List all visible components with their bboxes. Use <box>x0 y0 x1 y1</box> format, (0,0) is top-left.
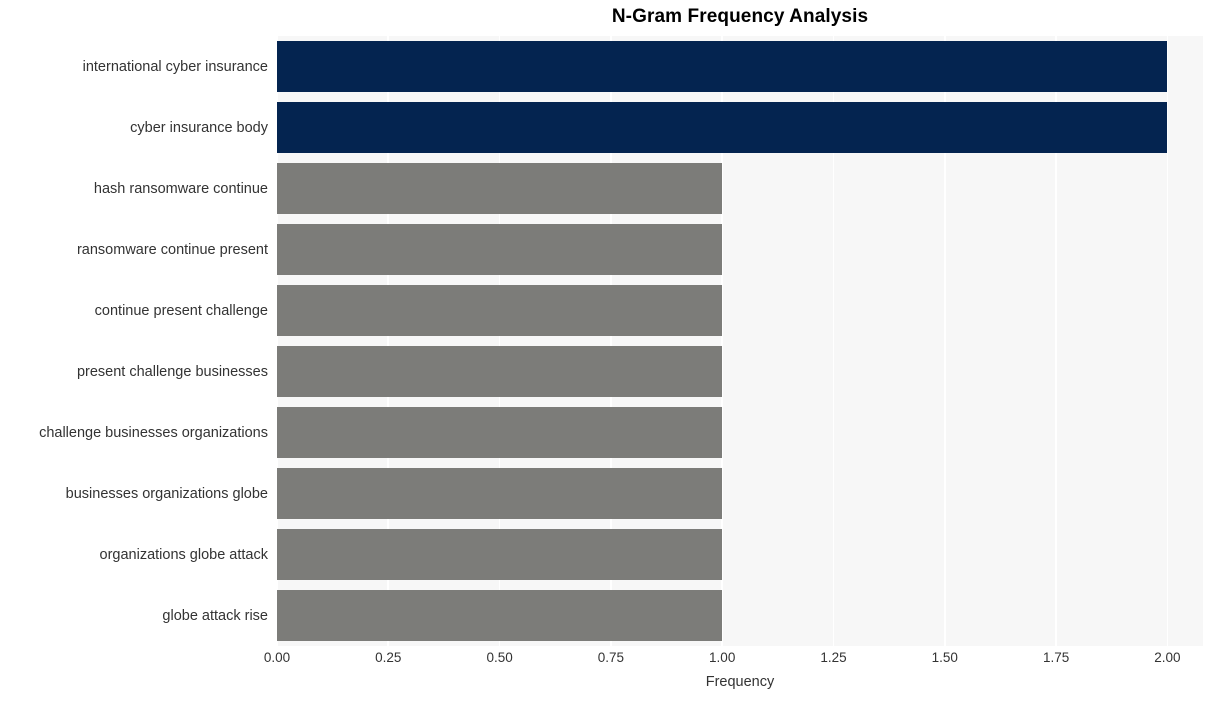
y-axis-tick-label: organizations globe attack <box>99 546 268 563</box>
bar <box>277 101 1168 154</box>
bar <box>277 284 723 337</box>
x-axis-tick-label: 1.00 <box>709 650 736 665</box>
chart-figure: N-Gram Frequency Analysis international … <box>0 0 1217 701</box>
page-title: N-Gram Frequency Analysis <box>611 6 869 27</box>
y-axis-tick-label: ransomware continue present <box>76 241 268 258</box>
bar <box>277 223 723 276</box>
bar <box>277 406 723 459</box>
y-axis-tick-label: continue present challenge <box>94 302 268 319</box>
x-axis-tick-label: 1.25 <box>820 650 847 665</box>
y-axis-tick-label: challenge businesses organizations <box>39 424 268 441</box>
y-axis-tick-label: businesses organizations globe <box>65 485 268 502</box>
bar <box>277 467 723 520</box>
x-axis-tick-label: 2.00 <box>1154 650 1181 665</box>
x-axis-tick-label: 0.75 <box>597 650 625 665</box>
x-axis-tick-label: 1.50 <box>931 650 958 665</box>
x-axis-tick-label: 0.25 <box>375 650 402 665</box>
bar <box>277 528 723 581</box>
x-axis-tick-label: 0.00 <box>263 650 291 665</box>
bar <box>277 162 723 215</box>
bar <box>277 345 723 398</box>
bar <box>277 40 1168 93</box>
x-axis-tick-labels: 0.00 0.25 0.50 0.75 1.00 1.25 1.50 1.75 2.00 <box>264 650 1203 672</box>
bar <box>277 589 723 642</box>
bar-series <box>277 36 1203 646</box>
y-axis-tick-label: globe attack rise <box>162 607 268 624</box>
y-axis-tick-label: international cyber insurance <box>82 58 268 75</box>
x-axis-title: Frequency <box>705 674 775 690</box>
x-axis-tick-label: 1.75 <box>1042 650 1070 665</box>
y-axis-tick-label: cyber insurance body <box>130 119 268 136</box>
y-axis-tick-label: hash ransomware continue <box>93 180 268 197</box>
y-axis-tick-labels: international cyber insurance cyber insur… <box>0 36 268 646</box>
x-axis-tick-label: 0.50 <box>486 650 513 665</box>
y-axis-tick-label: present challenge businesses <box>76 363 268 380</box>
plot-area <box>276 36 1203 646</box>
